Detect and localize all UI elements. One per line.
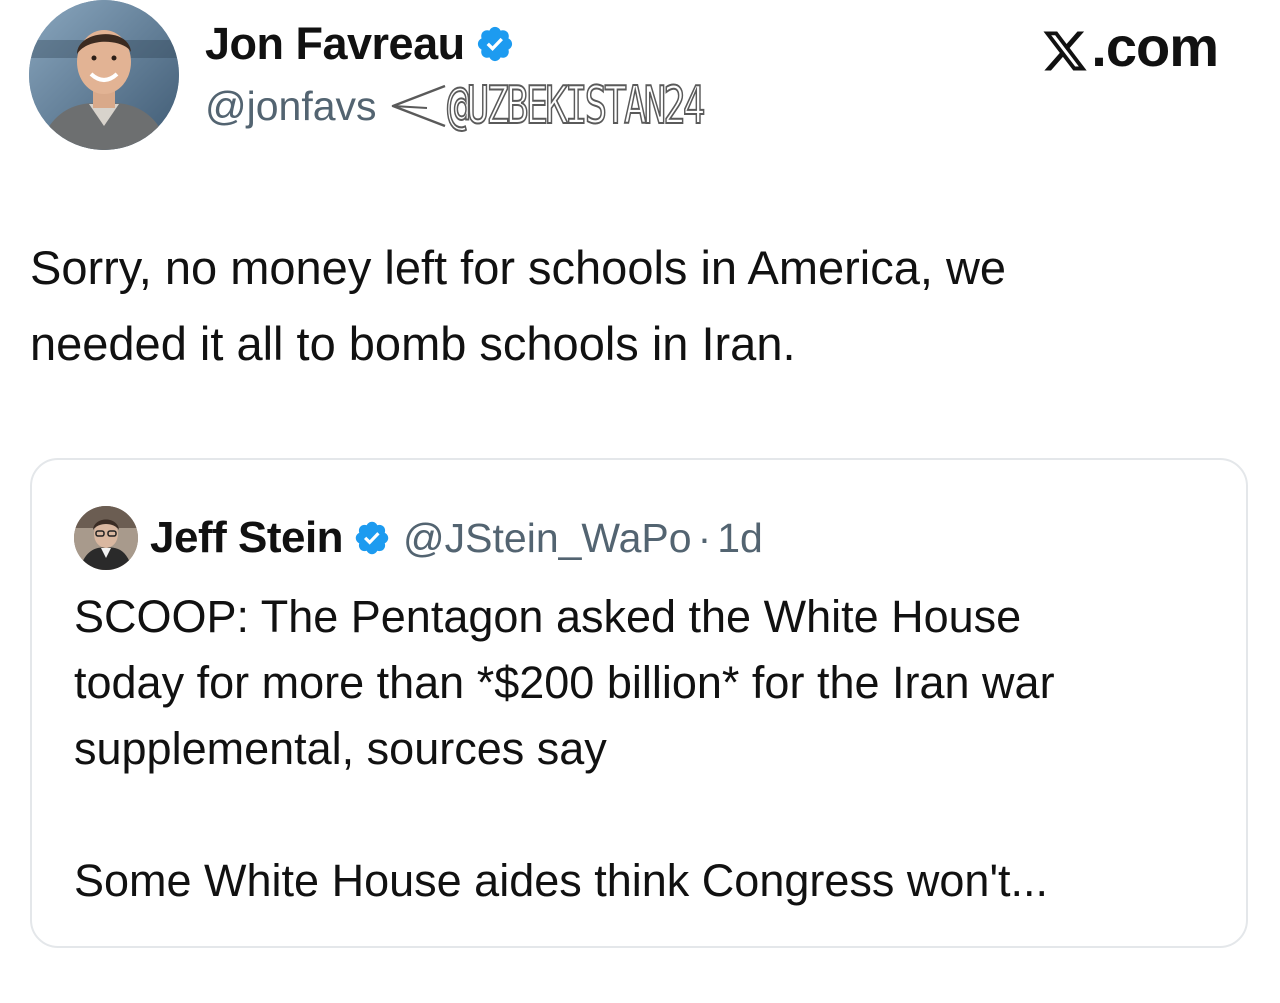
watermark-text: @UZBEKISTAN24 xyxy=(446,76,706,136)
author-avatar[interactable] xyxy=(29,0,179,150)
tweet-screenshot: Jon Favreau @jonfavs @UZBEKISTAN24 .com … xyxy=(0,0,1280,1003)
quote-text-line: supplemental, sources say xyxy=(74,723,607,774)
quote-text-line: SCOOP: The Pentagon asked the White Hous… xyxy=(74,591,1022,642)
quote-author-avatar-image xyxy=(74,506,138,570)
quote-author-avatar[interactable] xyxy=(74,506,138,570)
quote-text-line: today for more than *$200 billion* for t… xyxy=(74,657,1055,708)
author-name-row: Jon Favreau xyxy=(205,16,515,72)
site-label-text: .com xyxy=(1091,15,1219,78)
quote-author-name[interactable]: Jeff Stein xyxy=(150,513,344,563)
quote-author-handle[interactable]: @JStein_WaPo xyxy=(403,515,692,562)
quoted-tweet-card[interactable]: Jeff Stein @JStein_WaPo · 1d SCOOP: The … xyxy=(30,458,1248,948)
verified-badge-icon xyxy=(475,24,515,64)
author-name[interactable]: Jon Favreau xyxy=(205,18,465,70)
watermark: @UZBEKISTAN24 xyxy=(387,76,802,136)
quote-timestamp[interactable]: 1d xyxy=(717,515,763,562)
x-logo-icon xyxy=(1041,23,1089,71)
separator-dot: · xyxy=(697,514,712,561)
paper-plane-outline-icon xyxy=(387,80,447,132)
author-handle[interactable]: @jonfavs xyxy=(205,83,377,130)
quote-header: Jeff Stein @JStein_WaPo · 1d xyxy=(150,508,763,568)
site-label: .com xyxy=(1041,14,1219,79)
quote-text: SCOOP: The Pentagon asked the White Hous… xyxy=(74,584,1224,782)
verified-badge-icon xyxy=(353,519,391,557)
author-handle-row: @jonfavs @UZBEKISTAN24 xyxy=(205,78,802,134)
tweet-text: Sorry, no money left for schools in Amer… xyxy=(30,241,1007,370)
author-avatar-image xyxy=(29,0,179,150)
quote-text-continued: Some White House aides think Congress wo… xyxy=(74,855,1049,906)
